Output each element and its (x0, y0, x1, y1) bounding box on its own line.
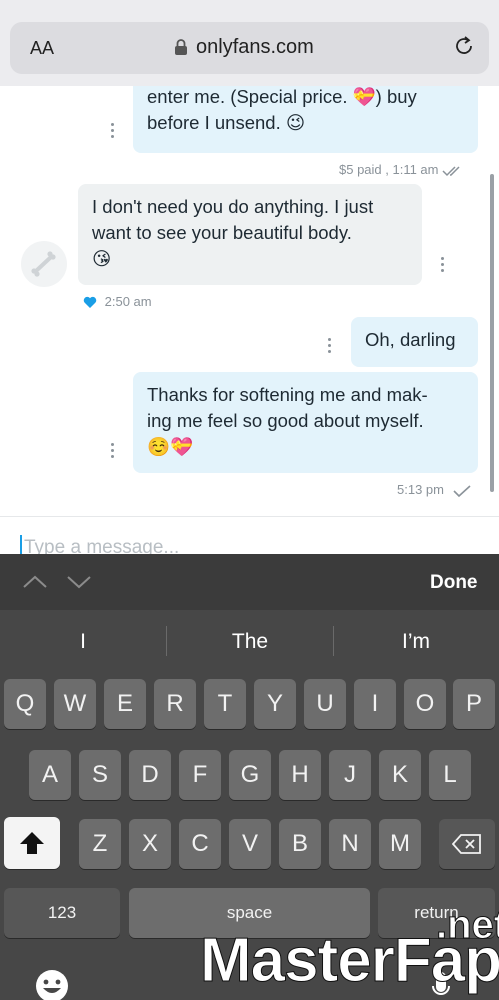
url-text[interactable]: onlyfans.com (196, 36, 314, 59)
message-text: I don't need you do anything. I just (92, 196, 374, 217)
browser-toolbar: AA onlyfans.com (0, 0, 499, 86)
address-bar[interactable]: AA onlyfans.com (10, 22, 489, 74)
key-b[interactable]: B (279, 819, 321, 869)
suggestion-item[interactable]: I (0, 630, 166, 654)
message-text: Oh, darling (365, 329, 456, 350)
key-g[interactable]: G (229, 750, 271, 800)
heart-icon[interactable] (83, 296, 97, 309)
key-p[interactable]: P (453, 679, 495, 729)
message-bubble-outgoing[interactable]: Oh, darling (351, 317, 478, 367)
message-input[interactable]: Type a message... (0, 516, 499, 554)
watermark-logo: MasterFap .net (199, 903, 499, 996)
text-caret (20, 535, 22, 554)
watermark-tld: .net (435, 903, 499, 948)
key-w[interactable]: W (54, 679, 96, 729)
message-text: want to see your beautiful body. (92, 222, 352, 243)
message-text: ing me feel so good about myself. (147, 410, 424, 431)
text-size-button[interactable]: AA (30, 38, 54, 59)
chevron-down-icon[interactable] (66, 572, 92, 592)
avatar[interactable] (21, 241, 67, 287)
key-h[interactable]: H (279, 750, 321, 800)
bone-icon (31, 251, 56, 277)
message-options-icon[interactable] (111, 443, 115, 459)
message-emoji: ☺️💝 (147, 436, 194, 457)
key-y[interactable]: Y (254, 679, 296, 729)
message-bubble-incoming[interactable]: I don't need you do anything. I just wan… (78, 184, 422, 285)
message-meta: 2:50 am (83, 294, 152, 309)
timestamp: 5:13 pm (397, 482, 444, 497)
key-c[interactable]: C (179, 819, 221, 869)
key-a[interactable]: A (29, 750, 71, 800)
message-emoji: 😘 (92, 248, 112, 269)
done-button[interactable]: Done (430, 572, 478, 594)
key-f[interactable]: F (179, 750, 221, 800)
message-text: enter me. (Special price. 💝) buy (147, 86, 417, 107)
backspace-icon (451, 834, 481, 854)
message-meta: $5 paid , 1:11 am (339, 162, 464, 177)
message-input-placeholder: Type a message... (24, 537, 180, 554)
key-v[interactable]: V (229, 819, 271, 869)
message-options-icon[interactable] (328, 338, 332, 354)
chevron-up-icon[interactable] (22, 572, 48, 592)
key-t[interactable]: T (204, 679, 246, 729)
key-i[interactable]: I (354, 679, 396, 729)
numbers-key[interactable]: 123 (4, 888, 120, 938)
suggestion-item[interactable]: The (167, 630, 333, 654)
message-text: before I unsend. 😉 (147, 112, 306, 133)
key-n[interactable]: N (329, 819, 371, 869)
key-l[interactable]: L (429, 750, 471, 800)
key-r[interactable]: R (154, 679, 196, 729)
key-m[interactable]: M (379, 819, 421, 869)
chat-scrollbar[interactable] (490, 174, 494, 492)
key-x[interactable]: X (129, 819, 171, 869)
emoji-icon[interactable] (34, 968, 70, 1000)
delete-key[interactable] (439, 819, 495, 869)
key-d[interactable]: D (129, 750, 171, 800)
key-s[interactable]: S (79, 750, 121, 800)
timestamp: 2:50 am (104, 294, 152, 309)
suggestion-bar: I The I’m (0, 610, 499, 672)
shift-arrow-icon (20, 832, 44, 854)
suggestion-item[interactable]: I’m (333, 630, 499, 654)
lock-icon (175, 39, 187, 55)
message-options-icon[interactable] (111, 123, 115, 139)
key-u[interactable]: U (304, 679, 346, 729)
message-bubble-outgoing[interactable]: Thanks for softening me and mak- ing me … (133, 372, 478, 473)
key-o[interactable]: O (404, 679, 446, 729)
key-j[interactable]: J (329, 750, 371, 800)
key-q[interactable]: Q (4, 679, 46, 729)
keyboard-accessory-bar: Done (0, 554, 499, 610)
paid-timestamp: $5 paid , 1:11 am (339, 162, 439, 177)
key-z[interactable]: Z (79, 819, 121, 869)
check-icon (453, 484, 471, 497)
message-bubble-outgoing[interactable]: enter me. (Special price. 💝) buy before … (133, 86, 478, 153)
message-meta: 5:13 pm (397, 482, 472, 498)
shift-key[interactable] (4, 817, 60, 869)
message-options-icon[interactable] (441, 257, 445, 273)
message-text: Thanks for softening me and mak- (147, 384, 428, 405)
double-check-icon (442, 166, 460, 176)
reload-icon[interactable] (452, 34, 476, 58)
key-e[interactable]: E (104, 679, 146, 729)
key-k[interactable]: K (379, 750, 421, 800)
chat-thread[interactable]: enter me. (Special price. 💝) buy before … (0, 86, 499, 516)
